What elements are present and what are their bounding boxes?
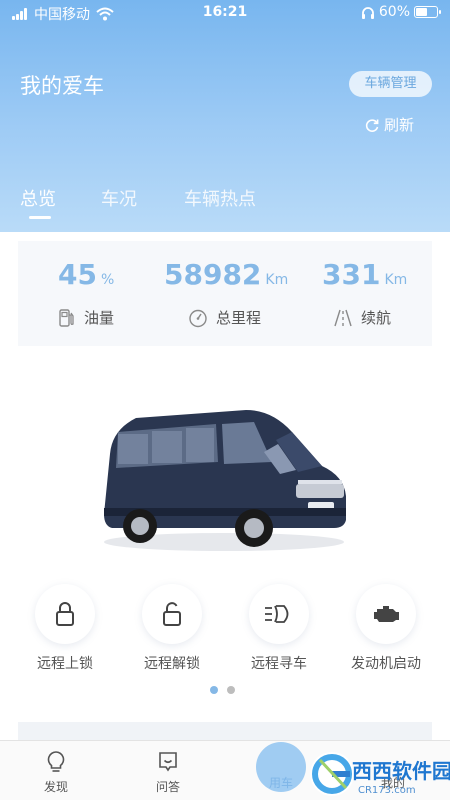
nav-qa-label: 问答 (155, 780, 180, 794)
remote-actions: 远程上锁 远程解锁 远程寻车 发动机启动 (0, 584, 450, 674)
fuel-label: 油量 (84, 309, 115, 327)
next-card-peek (18, 722, 432, 740)
refresh-button[interactable]: 刷新 (364, 114, 414, 135)
refresh-label: 刷新 (384, 116, 415, 134)
fuel-value: 45 (58, 258, 97, 291)
site-watermark: 西西软件园 CR173.com (310, 752, 450, 796)
fuel-pump-icon (59, 308, 74, 327)
mileage-label: 总里程 (216, 309, 262, 327)
engine-icon (374, 606, 399, 622)
remote-lock-label: 远程上锁 (37, 656, 93, 672)
fuel-stat: 45% (58, 258, 114, 291)
fuel-unit: % (100, 272, 115, 288)
remote-lock-button[interactable]: 远程上锁 (10, 584, 120, 673)
nav-use-car[interactable]: 用车 (251, 774, 311, 791)
tab-vehicle-hotspots[interactable]: 车辆热点 (184, 185, 256, 211)
range-value: 331 (322, 258, 381, 291)
headphones-icon (361, 6, 374, 19)
range-stat: 331 Km (322, 258, 407, 291)
pager-dots (210, 686, 244, 694)
mileage-unit: Km (265, 272, 289, 288)
range-label-row: 续航 (333, 307, 391, 328)
range-unit: Km (384, 272, 408, 288)
nav-discover[interactable]: 发现 (26, 750, 86, 795)
watermark-subtext: CR173.com (358, 785, 416, 796)
mileage-stat: 58982 Km (164, 258, 288, 291)
mileage-label-row: 总里程 (188, 307, 261, 328)
odometer-icon (189, 309, 207, 327)
engine-start-label: 发动机启动 (351, 656, 421, 672)
remote-unlock-label: 远程解锁 (144, 656, 200, 672)
active-tab-indicator (29, 216, 51, 219)
stats-panel (18, 241, 432, 346)
nav-discover-label: 发现 (43, 780, 68, 794)
range-label: 续航 (361, 309, 392, 327)
tab-bar: 总览 车况 车辆热点 (0, 185, 450, 225)
pager-dot-active (210, 686, 218, 694)
lock-icon (56, 602, 74, 626)
headlight-icon (265, 605, 289, 623)
refresh-icon (365, 118, 379, 132)
battery-icon (414, 6, 441, 18)
remote-unlock-button[interactable]: 远程解锁 (117, 584, 227, 673)
bulb-icon (47, 751, 65, 772)
vehicle-manage-button[interactable]: 车辆管理 (349, 71, 432, 97)
status-bar: 中国移动 16:21 60% (0, 0, 450, 26)
battery-percent: 60% (378, 4, 410, 20)
pager-dot (227, 686, 235, 694)
nav-use-car-label: 用车 (268, 776, 293, 790)
nav-qa[interactable]: 问答 (138, 750, 198, 795)
fuel-label-row: 油量 (58, 307, 114, 328)
engine-start-button[interactable]: 发动机启动 (331, 584, 441, 673)
unlock-icon (163, 602, 181, 626)
remote-find-car-button[interactable]: 远程寻车 (224, 584, 334, 673)
road-icon (334, 309, 352, 326)
remote-find-car-label: 远程寻车 (251, 656, 307, 672)
tab-vehicle-status[interactable]: 车况 (101, 185, 137, 211)
chat-icon (159, 752, 177, 772)
page-title: 我的爱车 (20, 74, 104, 98)
van-image (104, 410, 346, 551)
mileage-value: 58982 (164, 258, 262, 291)
tab-overview[interactable]: 总览 (20, 185, 56, 211)
watermark-text: 西西软件园 (352, 759, 450, 783)
